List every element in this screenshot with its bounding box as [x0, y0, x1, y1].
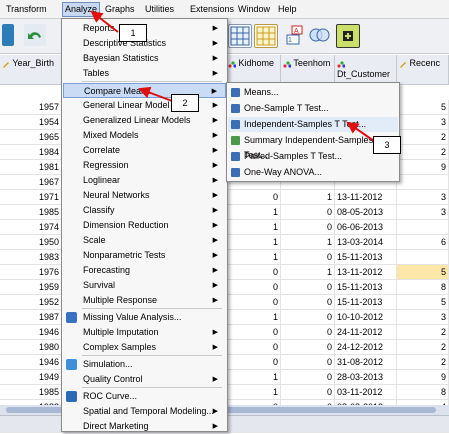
callout-3: 3: [373, 136, 401, 154]
arrow-3: [346, 121, 375, 142]
arrow-1: [90, 10, 119, 33]
annotation-overlay: [90, 10, 375, 142]
callout-2: 2: [171, 94, 199, 112]
callout-1: 1: [119, 24, 147, 42]
arrow-2: [138, 86, 173, 102]
